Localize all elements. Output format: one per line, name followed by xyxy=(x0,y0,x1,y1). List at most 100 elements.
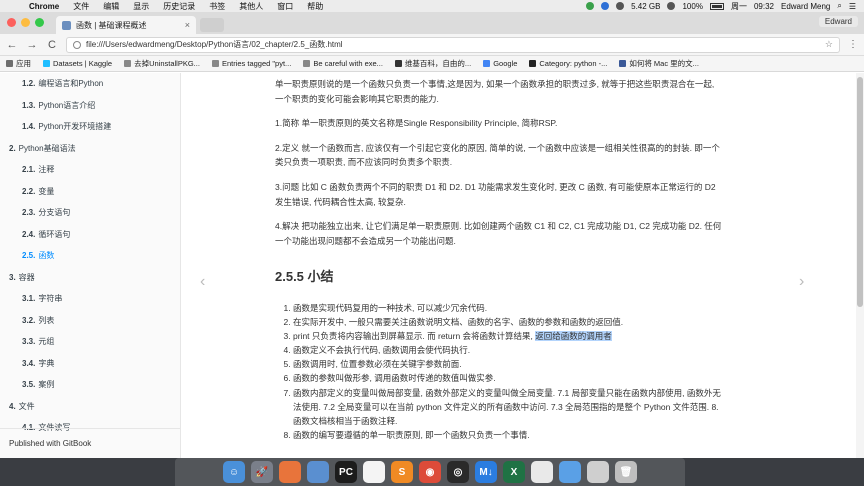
toc-item[interactable]: 3.1. 字符串 xyxy=(0,288,180,310)
next-page-icon[interactable]: › xyxy=(799,273,804,291)
bookmark-item[interactable]: 如何将 Mac 里的文... xyxy=(619,58,699,69)
window-controls xyxy=(7,18,44,27)
bookmark-favicon-icon xyxy=(529,60,537,67)
scrollbar-thumb[interactable] xyxy=(857,77,863,307)
battery-icon[interactable] xyxy=(709,2,724,10)
finder-icon[interactable]: ☺ xyxy=(223,461,245,483)
wifi-icon[interactable] xyxy=(667,2,676,10)
browser-tab[interactable]: 函数 | 基础课程概述 × xyxy=(56,16,196,34)
tab-title: 函数 | 基础课程概述 xyxy=(76,20,147,30)
scrollbar-track[interactable] xyxy=(856,73,864,458)
paragraph: 2.定义 就一个函数而言, 应该仅有一个引起它变化的原因, 简单的说, 一个函数… xyxy=(275,142,720,168)
back-button[interactable]: ← xyxy=(6,39,18,51)
toc-item[interactable]: 2. Python基础语法 xyxy=(0,138,180,160)
toc-item[interactable]: 1.2. 编程语言和Python xyxy=(0,73,180,95)
pycharm-icon[interactable]: PC xyxy=(335,461,357,483)
folder-icon[interactable] xyxy=(559,461,581,483)
bookmark-item[interactable]: Datasets | Kaggle xyxy=(43,59,112,68)
toc-item-label: 元组 xyxy=(38,337,55,347)
bookmark-item[interactable]: 维基百科，自由的... xyxy=(394,58,471,69)
toc-item[interactable]: 3. 容器 xyxy=(0,267,180,289)
menu-list-icon[interactable]: ☰ xyxy=(849,2,856,11)
toc-item[interactable]: 3.4. 字典 xyxy=(0,353,180,375)
obs-icon[interactable]: ◎ xyxy=(447,461,469,483)
menu-help[interactable]: 帮助 xyxy=(300,1,330,12)
gitbook-footer-link[interactable]: Published with GitBook xyxy=(0,428,180,458)
calendar-icon[interactable] xyxy=(363,461,385,483)
minimize-window-button[interactable] xyxy=(21,18,30,27)
highlighted-selection[interactable]: 返回给函数的调用者 xyxy=(535,331,612,342)
prev-page-icon[interactable]: ‹ xyxy=(200,273,205,291)
macos-dock: ☺ 🚀 PC S ◉ ◎ M↓ X 🗑 xyxy=(175,458,685,486)
toc-item-label: 分支语句 xyxy=(38,208,71,218)
close-window-button[interactable] xyxy=(7,18,16,27)
bookmark-item[interactable]: Be careful with exe... xyxy=(303,59,383,68)
toc-item-number: 2.3. xyxy=(22,208,36,218)
tab-close-icon[interactable]: × xyxy=(185,20,190,30)
trash-icon[interactable]: 🗑 xyxy=(615,461,637,483)
files-icon[interactable] xyxy=(307,461,329,483)
summary-item: 函数是实现代码复用的一种技术, 可以减少冗余代码. xyxy=(293,301,725,315)
menu-edit[interactable]: 编辑 xyxy=(96,1,126,12)
search-icon[interactable]: ⌕ xyxy=(837,1,841,11)
reload-button[interactable]: C xyxy=(46,39,58,51)
profile-button[interactable]: Edward xyxy=(818,16,858,27)
new-tab-button[interactable] xyxy=(200,18,224,32)
bookmark-star-icon[interactable]: ☆ xyxy=(825,39,833,50)
documents-icon[interactable] xyxy=(587,461,609,483)
maximize-window-button[interactable] xyxy=(35,18,44,27)
notes-icon[interactable] xyxy=(531,461,553,483)
menu-window[interactable]: 窗口 xyxy=(270,1,300,12)
markdown-icon[interactable]: M↓ xyxy=(475,461,497,483)
toc-item[interactable]: 2.5. 函数 xyxy=(0,245,180,267)
status-app-icon[interactable] xyxy=(601,2,610,10)
toc-item-number: 2.4. xyxy=(22,229,36,239)
menu-history[interactable]: 历史记录 xyxy=(156,1,202,12)
bookmark-item[interactable]: 去掉UninstallPKG... xyxy=(124,58,200,69)
toc-item[interactable]: 1.3. Python语言介绍 xyxy=(0,95,180,117)
toc-item-label: Python开发环境搭建 xyxy=(38,122,112,132)
menu-chrome[interactable]: Chrome xyxy=(22,2,66,11)
article-area: ‹ › 单一职责原则说的是一个函数只负责一个事情,这是因为, 如果一个函数承担的… xyxy=(181,73,864,458)
toc-item[interactable]: 2.1. 注释 xyxy=(0,159,180,181)
sublime-merge-icon[interactable] xyxy=(279,461,301,483)
toc-item[interactable]: 1.4. Python开发环境搭建 xyxy=(0,116,180,138)
menubar-day: 周一 xyxy=(730,1,747,11)
menubar-time[interactable]: 09:32 xyxy=(754,2,774,11)
menubar-user[interactable]: Edward Meng xyxy=(781,2,830,11)
toc-item[interactable]: 3.2. 列表 xyxy=(0,310,180,332)
toc-item[interactable]: 2.4. 循环语句 xyxy=(0,224,180,246)
toc-item[interactable]: 2.3. 分支语句 xyxy=(0,202,180,224)
toc-item-label: 循环语句 xyxy=(38,229,71,239)
status-app-icon[interactable] xyxy=(616,2,625,10)
summary-item: 在实际开发中, 一般只需要关注函数说明文档、函数的名字、函数的参数和函数的返回值… xyxy=(293,315,725,329)
menu-file[interactable]: 文件 xyxy=(66,1,96,12)
bookmark-item[interactable]: Category: python -... xyxy=(529,59,607,68)
toc-item[interactable]: 4. 文件 xyxy=(0,396,180,418)
summary-item: 函数的参数叫做形参, 调用函数时传递的数值叫做实参. xyxy=(293,371,725,385)
summary-item: 函数定义不会执行代码, 函数调用会使代码执行. xyxy=(293,343,725,357)
bookmark-item[interactable]: Entries tagged "pyt... xyxy=(211,59,291,68)
chrome-icon[interactable]: ◉ xyxy=(419,461,441,483)
toc-item-label: 列表 xyxy=(38,315,55,325)
toc-item[interactable]: 3.3. 元组 xyxy=(0,331,180,353)
apps-grid-icon xyxy=(6,60,13,67)
sublime-text-icon[interactable]: S xyxy=(391,461,413,483)
address-bar[interactable]: file:///Users/edwardmeng/Desktop/Python语… xyxy=(66,36,840,53)
bookmark-item[interactable]: Google xyxy=(483,59,517,68)
bookmark-item[interactable]: 应用 xyxy=(6,58,31,69)
menu-view[interactable]: 显示 xyxy=(126,1,156,12)
toc-item[interactable]: 2.2. 变量 xyxy=(0,181,180,203)
info-icon[interactable] xyxy=(73,40,81,49)
excel-icon[interactable]: X xyxy=(503,461,525,483)
forward-button[interactable]: → xyxy=(26,39,38,51)
toc-item-label: 容器 xyxy=(18,272,35,282)
status-app-icon[interactable] xyxy=(586,2,595,10)
address-url[interactable]: file:///Users/edwardmeng/Desktop/Python语… xyxy=(86,39,820,50)
chrome-menu-icon[interactable]: ⋮ xyxy=(848,39,858,50)
menu-bookmarks[interactable]: 书签 xyxy=(202,1,232,12)
menu-people[interactable]: 其他人 xyxy=(232,1,270,12)
launchpad-icon[interactable]: 🚀 xyxy=(251,461,273,483)
toc-item[interactable]: 3.5. 案例 xyxy=(0,374,180,396)
toc-item-label: Python语言介绍 xyxy=(38,100,96,110)
